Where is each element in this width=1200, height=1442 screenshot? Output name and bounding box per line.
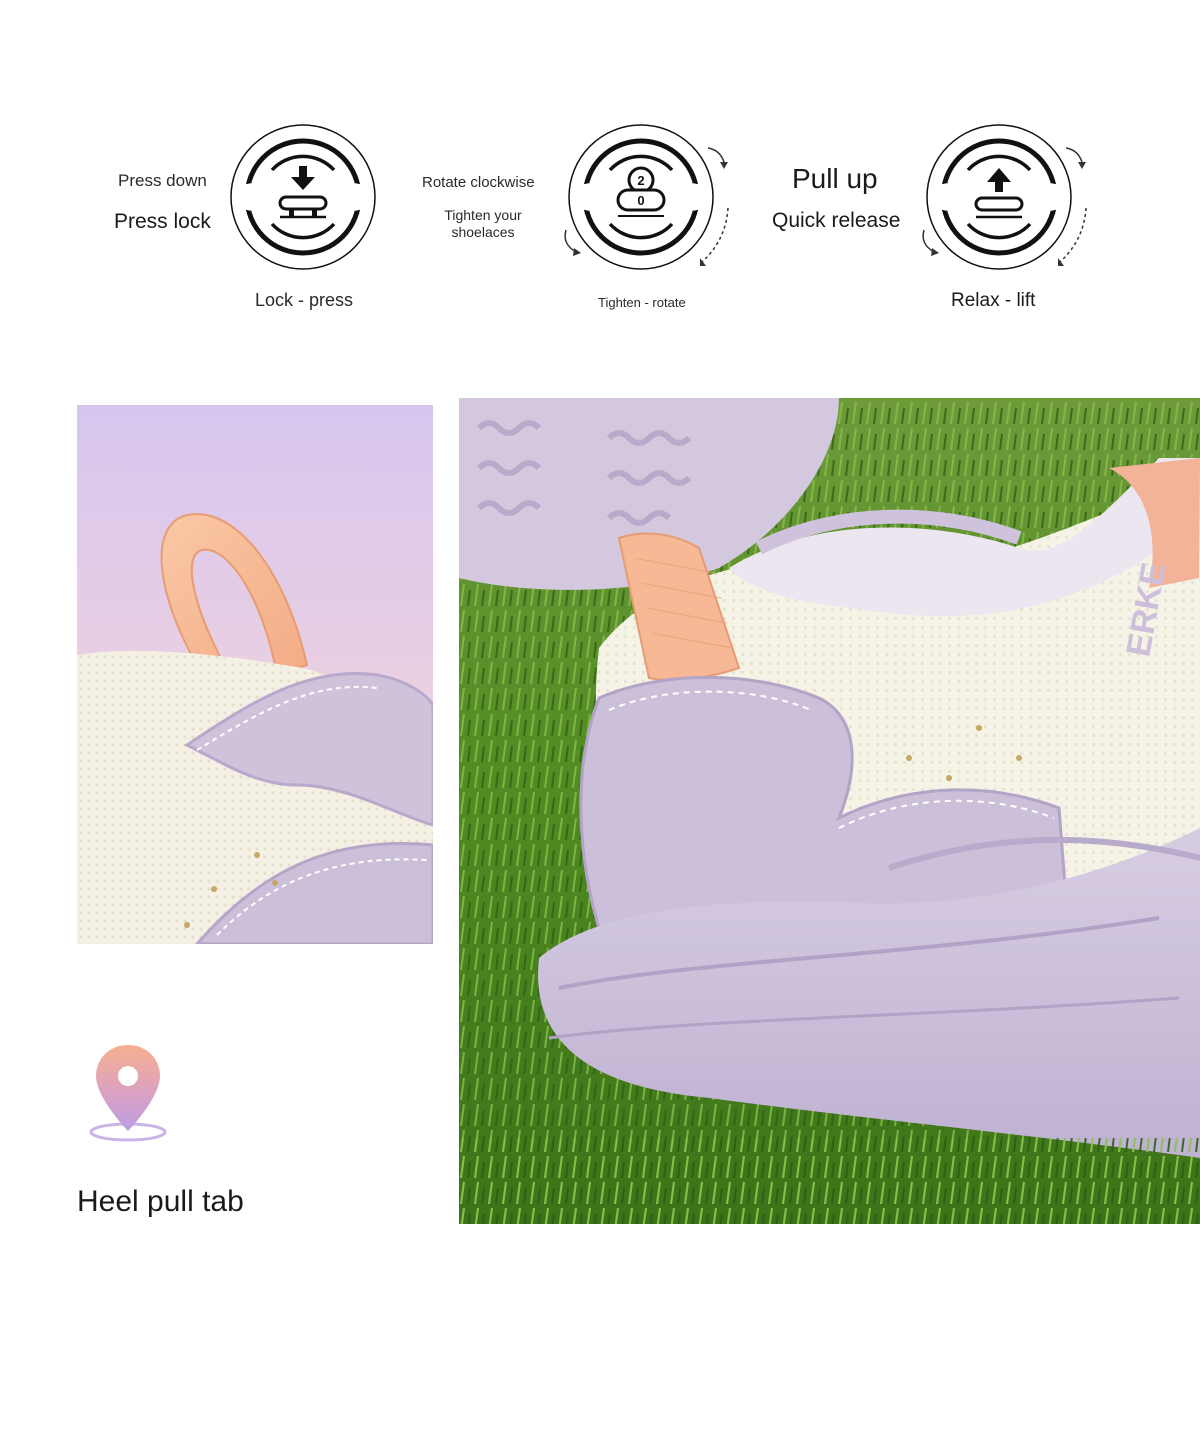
dial-digit-top: 2 (637, 173, 644, 188)
clockwise-arrow-icon (700, 140, 740, 270)
step1-main-label: Press lock (114, 210, 211, 233)
dial-digit-bottom: 0 (637, 193, 644, 208)
step2-top-label: Rotate clockwise (422, 174, 535, 191)
step1-bottom-label: Lock - press (255, 290, 354, 310)
location-pin-icon (88, 1043, 168, 1143)
step2-bottom-label: Tighten - rotate (598, 295, 686, 310)
press-down-lock-icon (228, 122, 378, 272)
feature-title: Heel pull tab (77, 1185, 244, 1218)
counter-arrow-icon-2 (918, 228, 948, 258)
step3-top-label: Pull up (792, 163, 878, 194)
step3-bottom-label: Relax - lift (951, 290, 1036, 311)
step2-main-label: Tighten your shoelaces (444, 207, 522, 240)
clockwise-arrow-icon-2 (1058, 140, 1098, 270)
counter-arrow-icon (560, 228, 590, 258)
heel-tab-closeup-image (77, 405, 433, 944)
shoe-on-grass-image: ERKE (459, 398, 1200, 1224)
step3-main-label: Quick release (772, 209, 901, 232)
step1-top-label: Press down (118, 171, 207, 190)
